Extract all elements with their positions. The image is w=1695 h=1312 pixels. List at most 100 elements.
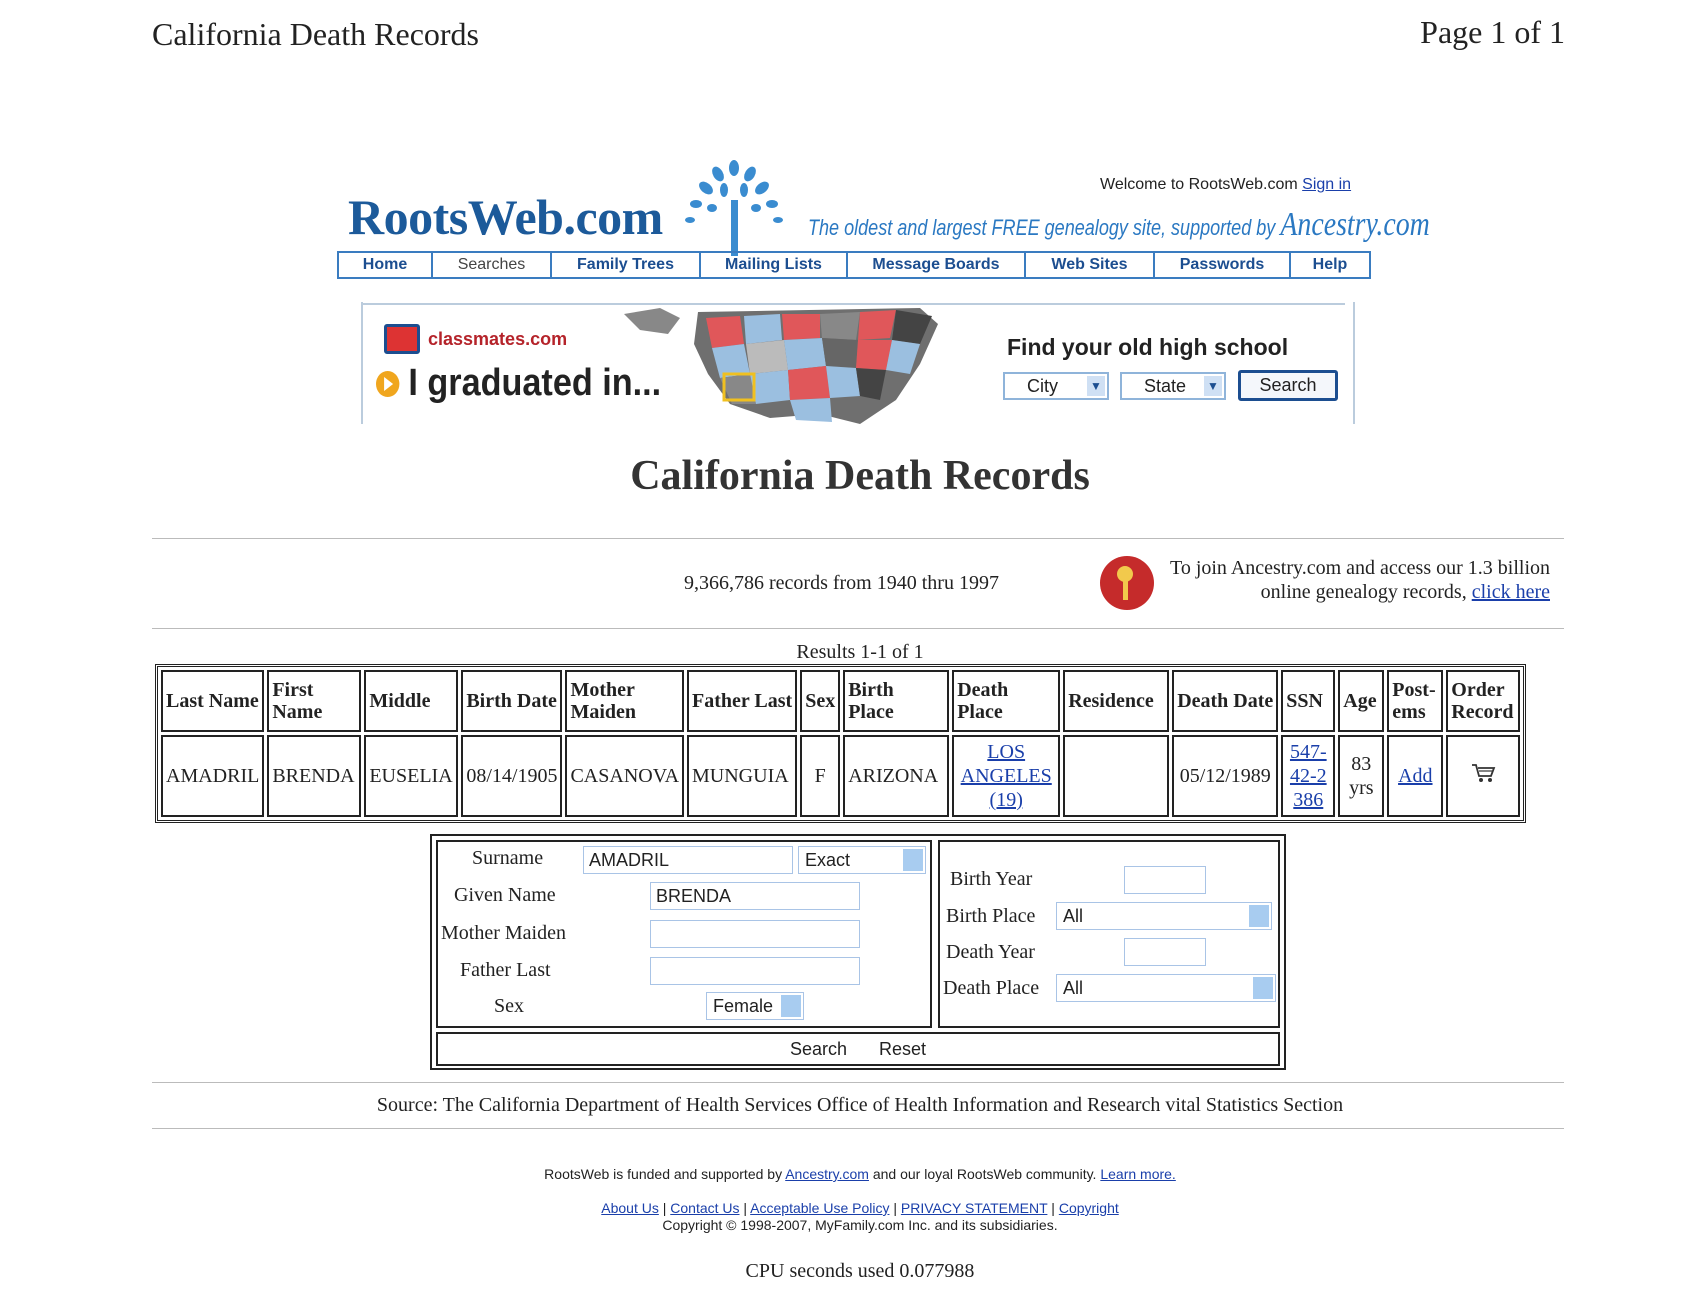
col-ssn: SSN: [1281, 670, 1336, 732]
dropdown-arrow-icon: [903, 849, 923, 871]
play-icon: [376, 370, 400, 397]
records-count: 9,366,786 records from 1940 thru 1997: [684, 572, 999, 594]
nav-family-trees[interactable]: Family Trees: [552, 253, 701, 277]
col-postems: Post-ems: [1387, 670, 1444, 732]
state-select-value: State: [1144, 375, 1187, 396]
learn-more-link[interactable]: Learn more.: [1100, 1166, 1175, 1182]
col-first-name: First Name: [267, 670, 362, 732]
privacy-statement-link[interactable]: PRIVACY STATEMENT: [901, 1200, 1048, 1216]
divider: [152, 1128, 1564, 1129]
col-birth-place: Birth Place: [843, 670, 950, 732]
results-count: Results 1-1 of 1: [796, 641, 924, 663]
nav-message-boards[interactable]: Message Boards: [848, 253, 1026, 277]
nav-passwords[interactable]: Passwords: [1155, 253, 1291, 277]
tree-logo-icon: [685, 160, 783, 256]
chevron-down-icon: ▼: [1204, 376, 1222, 396]
tagline-text: The oldest and largest FREE genealogy si…: [808, 215, 1276, 240]
ancestry-logo[interactable]: Ancestry.com: [1280, 206, 1429, 243]
birth-place-label: Birth Place: [946, 905, 1036, 927]
table-header-row: Last Name First Name Middle Birth Date Mo…: [161, 670, 1521, 732]
print-page-number: Page 1 of 1: [1420, 14, 1565, 50]
death-place-select[interactable]: All: [1056, 974, 1276, 1002]
acceptable-use-link[interactable]: Acceptable Use Policy: [750, 1200, 889, 1216]
cell-age: 83 yrs: [1338, 735, 1385, 817]
birth-place-value: All: [1063, 905, 1084, 926]
search-form-actions: [436, 1032, 1280, 1066]
death-place-link[interactable]: LOS ANGELES (19): [961, 741, 1052, 811]
nav-home[interactable]: Home: [339, 253, 433, 277]
contact-us-link[interactable]: Contact Us: [670, 1200, 739, 1216]
state-select[interactable]: State ▼: [1120, 372, 1226, 400]
ancestry-link[interactable]: Ancestry.com: [785, 1166, 869, 1182]
dropdown-arrow-icon: [781, 995, 801, 1017]
col-father-last: Father Last: [687, 670, 798, 732]
col-birth-date: Birth Date: [461, 670, 563, 732]
col-label: Middle: [369, 690, 431, 712]
col-label: Residence: [1068, 690, 1154, 712]
col-label: Father Last: [692, 690, 793, 712]
find-school-heading: Find your old high school: [1007, 334, 1289, 360]
footer-copyright: Copyright © 1998-2007, MyFamily.com Inc.…: [662, 1217, 1058, 1233]
ssn-link[interactable]: 547-42-2386: [1290, 741, 1327, 811]
about-us-link[interactable]: About Us: [601, 1200, 659, 1216]
cell-first-name: BRENDA: [267, 735, 362, 817]
funded-text: RootsWeb is funded and supported by: [544, 1166, 783, 1182]
col-last-name: Last Name: [161, 670, 265, 732]
sign-in-link[interactable]: Sign in: [1302, 176, 1351, 193]
death-year-input[interactable]: [1124, 938, 1206, 966]
chevron-down-icon: ▼: [1087, 376, 1105, 396]
col-label: Age: [1343, 690, 1377, 712]
given-name-input[interactable]: BRENDA: [650, 882, 860, 910]
table-row: AMADRIL BRENDA EUSELIA 08/14/1905 CASANO…: [161, 735, 1521, 817]
surname-label: Surname: [472, 847, 544, 869]
birth-year-input[interactable]: [1124, 866, 1206, 894]
col-death-date: Death Date: [1172, 670, 1279, 732]
city-select[interactable]: City ▼: [1003, 372, 1109, 400]
birth-place-select[interactable]: All: [1056, 902, 1272, 930]
mother-maiden-input[interactable]: [650, 920, 860, 948]
cell-order-record: [1446, 735, 1521, 817]
sex-label: Sex: [494, 995, 524, 1017]
dropdown-arrow-icon: [1253, 977, 1273, 999]
surname-input[interactable]: AMADRIL: [583, 846, 793, 874]
dropdown-arrow-icon: [1249, 905, 1269, 927]
col-label: SSN: [1286, 690, 1323, 712]
nav-mailing-lists[interactable]: Mailing Lists: [701, 253, 848, 277]
nav-web-sites[interactable]: Web Sites: [1026, 253, 1155, 277]
cell-death-place: LOS ANGELES (19): [952, 735, 1061, 817]
reset-button[interactable]: Reset: [879, 1039, 926, 1060]
col-label: Birth Date: [466, 690, 557, 712]
copyright-link[interactable]: Copyright: [1059, 1200, 1119, 1216]
father-last-input[interactable]: [650, 957, 860, 985]
cell-birth-place: ARIZONA: [843, 735, 950, 817]
mother-maiden-label: Mother Maiden: [441, 922, 566, 944]
father-last-label: Father Last: [460, 959, 551, 981]
cart-icon[interactable]: [1470, 762, 1496, 784]
cell-sex: F: [800, 735, 841, 817]
nav-help[interactable]: Help: [1291, 253, 1369, 277]
click-here-link[interactable]: click here: [1472, 581, 1550, 603]
col-order-record: Order Record: [1446, 670, 1521, 732]
search-button[interactable]: Search: [790, 1039, 847, 1060]
classmates-logo[interactable]: classmates.com: [384, 324, 567, 354]
given-name-label: Given Name: [454, 884, 556, 906]
divider: [152, 1082, 1564, 1083]
sex-select-value: Female: [713, 995, 774, 1016]
cell-last-name: AMADRIL: [161, 735, 265, 817]
surname-match-value: Exact: [805, 849, 851, 870]
cell-birth-date: 08/14/1905: [461, 735, 563, 817]
classmates-icon: [384, 324, 420, 354]
ad-search-button[interactable]: Search: [1238, 370, 1338, 401]
surname-match-select[interactable]: Exact: [798, 846, 926, 874]
sex-select[interactable]: Female: [706, 992, 804, 1020]
ad-headline[interactable]: I graduated in...: [376, 362, 661, 405]
key-icon: [1100, 556, 1154, 610]
rootsweb-logo[interactable]: RootsWeb.com: [348, 188, 663, 246]
cell-death-date: 05/12/1989: [1172, 735, 1279, 817]
site-tagline: The oldest and largest FREE genealogy si…: [808, 206, 1430, 244]
col-middle: Middle: [364, 670, 459, 732]
print-title: California Death Records: [152, 16, 479, 52]
add-postem-link[interactable]: Add: [1398, 765, 1432, 787]
nav-searches[interactable]: Searches: [433, 253, 552, 277]
results-table: Last Name First Name Middle Birth Date Mo…: [155, 664, 1527, 823]
